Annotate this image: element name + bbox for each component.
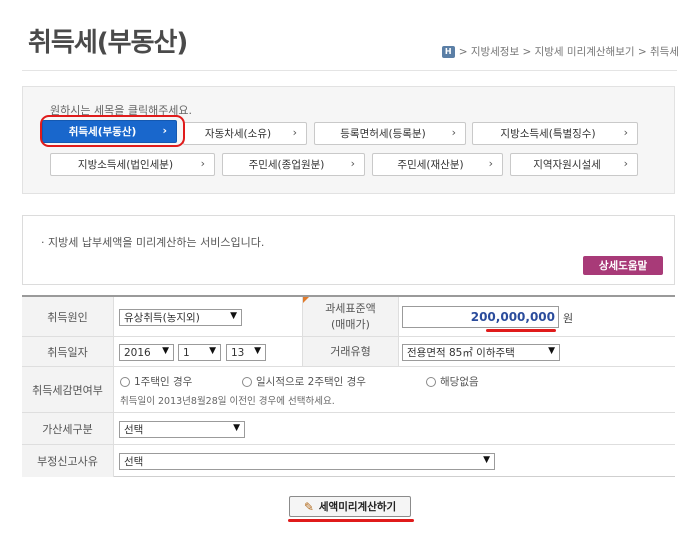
day-select[interactable]: 13 ▼	[226, 344, 266, 361]
home-icon[interactable]: H	[441, 45, 455, 58]
improper-report-select[interactable]: 선택 ▼	[119, 453, 495, 470]
improper-report-label: 부정신고사유	[22, 445, 114, 477]
acquisition-cause-value: 유상취득(농지외)	[124, 312, 200, 324]
chevron-right-icon: ›	[623, 126, 628, 139]
tax-item-resident-employee[interactable]: 주민세(종업원분) ›	[222, 153, 365, 176]
acquisition-date-label: 취득일자	[22, 337, 114, 366]
breadcrumb-path: > 지방세정보 > 지방세 미리계산해보기 > 취득세	[458, 46, 679, 58]
detail-help-button[interactable]: 상세도움말	[583, 256, 663, 275]
radio-one-house[interactable]: 1주택인 경우	[120, 374, 192, 389]
transaction-type-select[interactable]: 전용면적 85㎡ 이하주택 ▼	[402, 344, 560, 361]
tax-item-label: 자동차세(소유)	[204, 128, 272, 140]
tax-item-local-income-corporate[interactable]: 지방소득세(법인세분) ›	[50, 153, 215, 176]
tax-item-label: 주민세(재산분)	[397, 159, 464, 171]
transaction-type-label: 거래유형	[302, 337, 399, 366]
tax-item-label: 지역자원시설세	[533, 159, 601, 171]
dropdown-arrow-icon: ▼	[230, 311, 237, 321]
service-description: · 지방세 납부세액을 미리계산하는 서비스입니다.	[41, 236, 265, 249]
chevron-right-icon: ›	[200, 157, 205, 170]
form-row-surcharge: 가산세구분 선택 ▼	[22, 413, 675, 445]
calculate-tax-button[interactable]: ✎ 세액미리계산하기	[289, 496, 411, 517]
underline-annotation	[288, 519, 414, 522]
surcharge-select[interactable]: 선택 ▼	[119, 421, 245, 438]
chevron-right-icon: ›	[292, 126, 297, 139]
form-row-date: 취득일자 2016 ▼ 1 ▼ 13 ▼ 거래유형 전용면적 85㎡ 이하주택 …	[22, 337, 675, 367]
dropdown-arrow-icon: ▼	[483, 455, 490, 465]
tax-base-label: 과세표준액 (매매가)	[302, 297, 399, 336]
page-title: 취득세(부동산)	[28, 28, 188, 58]
reduction-note: 취득일이 2013년8월28일 이전인 경우에 선택하세요.	[120, 396, 335, 407]
dropdown-arrow-icon: ▼	[548, 346, 555, 356]
calculate-button-label: 세액미리계산하기	[318, 501, 397, 513]
chevron-right-icon: ›	[350, 157, 355, 170]
radio-label: 해당없음	[440, 376, 479, 388]
form-row-cause: 취득원인 유상취득(농지외) ▼ 과세표준액 (매매가) 200,000,000…	[22, 297, 675, 337]
transaction-type-value: 전용면적 85㎡ 이하주택	[407, 347, 515, 359]
day-value: 13	[231, 346, 245, 359]
chevron-right-icon: ›	[488, 157, 493, 170]
form-row-reduction: 취득세감면여부 1주택인 경우 일시적으로 2주택인 경우 해당없음 취득일이 …	[22, 367, 675, 413]
form-row-improper-report: 부정신고사유 선택 ▼	[22, 445, 675, 477]
tax-item-local-income-special[interactable]: 지방소득세(특별징수) ›	[472, 122, 638, 145]
month-value: 1	[183, 346, 190, 359]
highlight-circle-annotation	[40, 115, 185, 147]
tax-item-label: 주민세(종업원분)	[248, 159, 325, 171]
tax-item-label: 지방소득세(특별징수)	[500, 128, 596, 140]
surcharge-label: 가산세구분	[22, 413, 114, 444]
surcharge-value: 선택	[124, 424, 144, 436]
chevron-right-icon: ›	[623, 157, 628, 170]
underline-annotation	[486, 329, 556, 332]
breadcrumb: H > 지방세정보 > 지방세 미리계산해보기 > 취득세	[441, 44, 679, 59]
tax-item-label: 등록면허세(등록분)	[340, 128, 426, 140]
dropdown-arrow-icon: ▼	[254, 346, 261, 356]
radio-temporary-two-houses[interactable]: 일시적으로 2주택인 경우	[242, 374, 366, 389]
title-divider	[22, 70, 677, 71]
dropdown-arrow-icon: ▼	[209, 346, 216, 356]
dropdown-arrow-icon: ▼	[233, 423, 240, 433]
calculation-form: 취득원인 유상취득(농지외) ▼ 과세표준액 (매매가) 200,000,000…	[22, 295, 675, 477]
tax-base-unit: 원	[563, 312, 574, 325]
radio-circle-icon	[120, 376, 130, 387]
tax-item-resident-property[interactable]: 주민세(재산분) ›	[372, 153, 503, 176]
chevron-right-icon: ›	[451, 126, 456, 139]
tax-item-regional-resource[interactable]: 지역자원시설세 ›	[510, 153, 638, 176]
year-select[interactable]: 2016 ▼	[119, 344, 174, 361]
radio-circle-icon	[426, 376, 436, 387]
tax-base-amount-input[interactable]: 200,000,000	[402, 306, 559, 328]
radio-label: 1주택인 경우	[134, 376, 193, 388]
acquisition-cause-label: 취득원인	[22, 297, 114, 336]
required-marker-icon	[303, 297, 309, 303]
acquisition-cause-select[interactable]: 유상취득(농지외) ▼	[119, 309, 242, 326]
radio-label: 일시적으로 2주택인 경우	[256, 376, 366, 388]
radio-circle-icon	[242, 376, 252, 387]
tax-selector-panel: 원하시는 세목을 클릭해주세요. 취득세(부동산) › 자동차세(소유) › 등…	[22, 86, 675, 194]
year-value: 2016	[124, 346, 151, 359]
tax-item-registration-license[interactable]: 등록면허세(등록분) ›	[314, 122, 466, 145]
pencil-icon: ✎	[303, 499, 314, 514]
tax-item-label: 지방소득세(법인세분)	[77, 159, 174, 171]
radio-not-applicable[interactable]: 해당없음	[426, 374, 479, 389]
reduction-label: 취득세감면여부	[22, 367, 114, 412]
tax-base-label-line2: (매매가)	[331, 317, 370, 331]
tax-item-vehicle[interactable]: 자동차세(소유) ›	[183, 122, 307, 145]
tax-base-label-line1: 과세표준액	[325, 301, 376, 315]
service-info-box: · 지방세 납부세액을 미리계산하는 서비스입니다. 상세도움말	[22, 215, 675, 285]
dropdown-arrow-icon: ▼	[162, 346, 169, 356]
improper-report-value: 선택	[124, 456, 144, 468]
month-select[interactable]: 1 ▼	[178, 344, 221, 361]
